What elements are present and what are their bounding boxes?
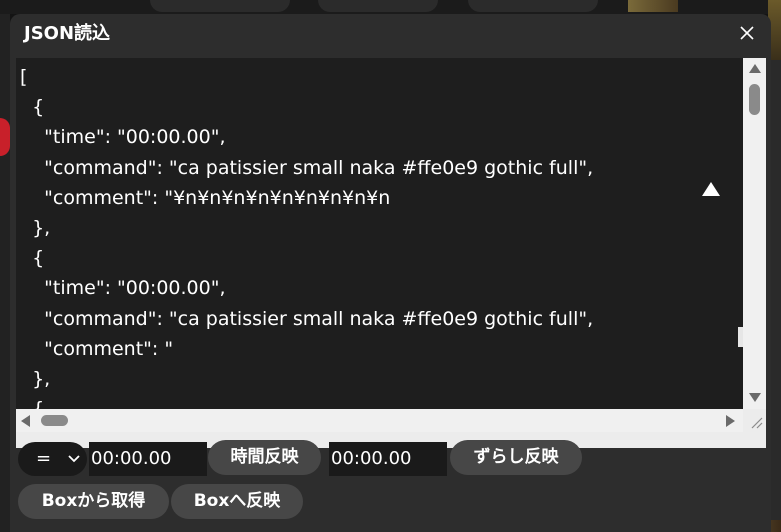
shift-apply-button[interactable]: ずらし反映 [450,440,582,475]
code-area[interactable]: [ { "time": "00:00.00", "command": "ca p… [16,58,743,409]
code-line: "time": "00:00.00", [20,277,226,300]
code-line: }, [20,367,51,390]
background-page-left [0,14,10,532]
code-line: { [20,247,45,270]
operator-select[interactable]: = [18,442,87,476]
code-line: }, [20,216,51,239]
chevron-down-icon [68,455,80,463]
vertical-scrollbar[interactable] [743,58,766,409]
json-import-dialog: JSON読込 [ { "time": "00:00.00", "command"… [10,14,771,532]
code-line: [ [20,66,28,88]
code-line: "command": "ca patissier small naka #ffe… [20,307,594,330]
code-line: "comment": "¥n¥n¥n¥n¥n¥n¥n¥n¥n [20,186,391,209]
code-line: { [20,394,743,409]
json-textarea[interactable]: [ { "time": "00:00.00", "command": "ca p… [16,58,766,448]
background-element [0,118,10,156]
resize-handle[interactable] [743,409,766,432]
background-page-right [771,14,781,532]
scroll-up-marker-icon[interactable] [702,182,720,196]
code-line: "command": "ca patissier small naka #ffe… [20,156,594,179]
horizontal-scroll-thumb[interactable] [41,415,68,426]
code-line: "comment": " [20,337,174,360]
resize-grip-icon [751,417,763,429]
horizontal-scrollbar[interactable] [16,409,743,432]
json-code: [ { "time": "00:00.00", "command": "ca p… [16,58,743,409]
background-tab [468,0,598,12]
dialog-title: JSON読込 [24,23,111,44]
scroll-down-arrow-icon[interactable] [749,393,761,402]
background-tab [318,0,438,12]
shift-time-input[interactable]: 00:00.00 [329,442,447,476]
background-image [628,0,678,12]
close-button[interactable] [734,20,760,46]
operator-select-value: = [36,448,52,469]
background-tab [150,0,290,12]
code-line: { [20,96,45,119]
scroll-up-arrow-icon[interactable] [749,64,761,73]
scroll-left-arrow-icon[interactable] [21,415,30,427]
close-icon [740,26,754,40]
scroll-right-arrow-icon[interactable] [726,415,735,427]
code-line: "time": "00:00.00", [20,126,226,149]
get-from-box-button[interactable]: Boxから取得 [18,484,169,519]
apply-to-box-button[interactable]: Boxへ反映 [171,484,303,519]
vertical-scroll-thumb[interactable] [749,84,760,115]
time-input[interactable]: 00:00.00 [89,442,207,476]
apply-time-button[interactable]: 時間反映 [208,440,321,475]
